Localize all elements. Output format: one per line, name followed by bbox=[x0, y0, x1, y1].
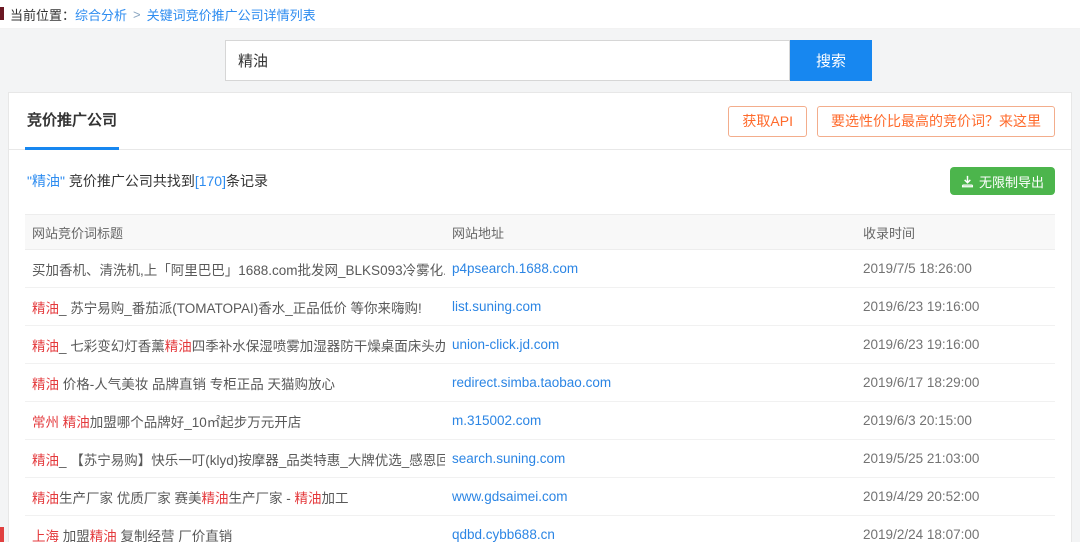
site-url-link[interactable]: list.suning.com bbox=[452, 299, 541, 314]
keyword-highlight: 精油 bbox=[32, 338, 59, 354]
breadcrumb-label: 当前位置： bbox=[10, 7, 76, 23]
bid-title-cell: 精油_ 【苏宁易购】快乐一叮(klyd)按摩器_品类特惠_大牌优选_感恩回... bbox=[25, 439, 445, 478]
summary-highlight: "精油" bbox=[27, 173, 65, 189]
site-url-link[interactable]: redirect.simba.taobao.com bbox=[452, 375, 611, 390]
header-actions: 获取API 要选性价比最高的竞价词？来这里 bbox=[728, 105, 1055, 137]
site-url-cell: qdbd.cybb688.cn bbox=[445, 515, 857, 542]
table-row: 精油_ 苏宁易购_番茄派(TOMATOPAI)香水_正品低价 等你来嗨购! lis… bbox=[25, 287, 1055, 326]
bid-title-cell: 常州 精油加盟哪个品牌好_10㎡起步万元开店 bbox=[25, 401, 445, 440]
breadcrumb-link-detail-list[interactable]: 关键词竞价推广公司详情列表 bbox=[147, 5, 316, 24]
record-time-cell: 2019/5/25 21:03:00 bbox=[856, 439, 1055, 478]
result-summary: "精油" 竞价推广公司共找到[170]条记录 bbox=[27, 171, 268, 191]
title-text-segment: 加盟 bbox=[59, 528, 90, 542]
col-header-url: 网站地址 bbox=[445, 214, 857, 250]
breadcrumb: 当前位置： 综合分析 > 关键词竞价推广公司详情列表 bbox=[0, 0, 1080, 29]
best-bidding-words-button[interactable]: 要选性价比最高的竞价词？来这里 bbox=[817, 105, 1055, 137]
table-row: 精油_ 【苏宁易购】快乐一叮(klyd)按摩器_品类特惠_大牌优选_感恩回...… bbox=[25, 439, 1055, 478]
panel-header: 竞价推广公司 获取API 要选性价比最高的竞价词？来这里 bbox=[9, 93, 1071, 150]
record-time-cell: 2019/6/17 18:29:00 bbox=[856, 363, 1055, 402]
title-text-segment: _ 【苏宁易购】快乐一叮(klyd)按摩器_品类特惠_大牌优选_感恩回... bbox=[59, 452, 445, 468]
summary-row: "精油" 竞价推广公司共找到[170]条记录 无限制导出 bbox=[9, 150, 1071, 208]
summary-highlight: [170] bbox=[194, 173, 226, 189]
record-time-cell: 2019/6/3 20:15:00 bbox=[856, 401, 1055, 440]
search-button[interactable]: 搜索 bbox=[790, 40, 872, 81]
keyword-highlight: 精油 bbox=[89, 528, 117, 542]
keyword-highlight: 精油 bbox=[32, 376, 59, 392]
bid-title-cell: 精油生产厂家 优质厂家 赛美精油生产厂家 - 精油加工 bbox=[25, 477, 445, 516]
page-root: 当前位置： 综合分析 > 关键词竞价推广公司详情列表 搜索 竞价推广公司 获取A… bbox=[0, 0, 1080, 542]
table-row: 精油_ 七彩变幻灯香薰精油四季补水保湿喷雾加湿器防干燥桌面床头办... union… bbox=[25, 325, 1055, 364]
site-url-cell: m.315002.com bbox=[445, 401, 857, 440]
screen-edge-artifact-bottom bbox=[0, 527, 4, 542]
summary-text-segment: 竞价推广公司共找到 bbox=[64, 173, 195, 189]
keyword-highlight: 上海 bbox=[32, 528, 59, 542]
table-body: 买加香机、清洗机,上「阿里巴巴」1688.com批发网_BLKS093冷雾化..… bbox=[25, 249, 1055, 542]
record-time-cell: 2019/2/24 18:07:00 bbox=[856, 515, 1055, 542]
record-time-cell: 2019/7/5 18:26:00 bbox=[856, 249, 1055, 288]
title-text-segment: _ 苏宁易购_番茄派(TOMATOPAI)香水_正品低价 等你来嗨购! bbox=[59, 300, 422, 316]
summary-text-segment: 条记录 bbox=[225, 173, 268, 189]
table-head: 网站竞价词标题 网站地址 收录时间 bbox=[25, 214, 1055, 250]
table-row: 精油生产厂家 优质厂家 赛美精油生产厂家 - 精油加工 www.gdsaimei.… bbox=[25, 477, 1055, 516]
keyword-highlight: 精油 bbox=[32, 490, 59, 506]
title-text-segment: 生产厂家 - bbox=[228, 490, 295, 506]
record-time-cell: 2019/6/23 19:16:00 bbox=[856, 325, 1055, 364]
site-url-link[interactable]: qdbd.cybb688.cn bbox=[452, 527, 555, 542]
keyword-highlight: 精油 bbox=[32, 452, 59, 468]
site-url-cell: redirect.simba.taobao.com bbox=[445, 363, 857, 402]
main-panel: 竞价推广公司 获取API 要选性价比最高的竞价词？来这里 "精油" 竞价推广公司… bbox=[8, 92, 1072, 542]
title-text-segment: _ 七彩变幻灯香薰 bbox=[59, 338, 165, 354]
table-row: 常州 精油加盟哪个品牌好_10㎡起步万元开店 m.315002.com 2019/6… bbox=[25, 401, 1055, 440]
site-url-cell: union-click.jd.com bbox=[445, 325, 857, 364]
title-text-segment: 加盟哪个品牌好_10㎡起步万元开店 bbox=[89, 414, 302, 430]
title-text-segment: 买加香机、清洗机,上「阿里巴巴」1688.com批发网_BLKS093冷雾化..… bbox=[32, 262, 445, 278]
site-url-cell: search.suning.com bbox=[445, 439, 857, 478]
record-time-cell: 2019/6/23 19:16:00 bbox=[856, 287, 1055, 326]
search-input[interactable] bbox=[225, 40, 790, 81]
col-header-title: 网站竞价词标题 bbox=[25, 214, 445, 250]
download-icon bbox=[961, 175, 974, 187]
site-url-cell: www.gdsaimei.com bbox=[445, 477, 857, 516]
bid-title-cell: 买加香机、清洗机,上「阿里巴巴」1688.com批发网_BLKS093冷雾化..… bbox=[25, 249, 445, 288]
export-button[interactable]: 无限制导出 bbox=[949, 167, 1055, 195]
table-row: 精油 价格-人气美妆 品牌直销 专柜正品 天猫购放心 redirect.simba… bbox=[25, 363, 1055, 402]
site-url-link[interactable]: search.suning.com bbox=[452, 451, 565, 466]
tab-bidding-companies[interactable]: 竞价推广公司 bbox=[25, 93, 120, 150]
site-url-link[interactable]: m.315002.com bbox=[452, 413, 541, 428]
export-button-label: 无限制导出 bbox=[978, 174, 1044, 190]
keyword-highlight: 精油 bbox=[164, 338, 192, 354]
breadcrumb-separator: > bbox=[133, 6, 141, 22]
col-header-time: 收录时间 bbox=[856, 214, 1055, 250]
title-text-segment: 生产厂家 优质厂家 赛美 bbox=[59, 490, 202, 506]
keyword-highlight: 精油 bbox=[294, 490, 322, 506]
tab-label: 竞价推广公司 bbox=[27, 112, 118, 129]
bid-title-cell: 精油_ 苏宁易购_番茄派(TOMATOPAI)香水_正品低价 等你来嗨购! bbox=[25, 287, 445, 326]
search-section: 搜索 bbox=[0, 29, 1080, 92]
site-url-cell: list.suning.com bbox=[445, 287, 857, 326]
bid-title-cell: 精油 价格-人气美妆 品牌直销 专柜正品 天猫购放心 bbox=[25, 363, 445, 402]
bid-title-cell: 精油_ 七彩变幻灯香薰精油四季补水保湿喷雾加湿器防干燥桌面床头办... bbox=[25, 325, 445, 364]
table-row: 买加香机、清洗机,上「阿里巴巴」1688.com批发网_BLKS093冷雾化..… bbox=[25, 249, 1055, 288]
keyword-highlight: 精油 bbox=[62, 414, 90, 430]
title-text-segment: 四季补水保湿喷雾加湿器防干燥桌面床头办... bbox=[191, 338, 445, 354]
keyword-highlight: 常州 bbox=[32, 414, 59, 430]
site-url-link[interactable]: www.gdsaimei.com bbox=[452, 489, 568, 504]
title-text-segment: 加工 bbox=[321, 490, 349, 506]
title-text-segment: 价格-人气美妆 品牌直销 专柜正品 天猫购放心 bbox=[59, 376, 335, 392]
get-api-button[interactable]: 获取API bbox=[728, 105, 807, 137]
table-row: 上海 加盟精油 复制经营 厂价直销 qdbd.cybb688.cn 2019/2/2… bbox=[25, 515, 1055, 542]
site-url-cell: p4psearch.1688.com bbox=[445, 249, 857, 288]
results-table: 网站竞价词标题 网站地址 收录时间 买加香机、清洗机,上「阿里巴巴」1688.c… bbox=[25, 214, 1055, 542]
table-header-row: 网站竞价词标题 网站地址 收录时间 bbox=[25, 214, 1055, 250]
screen-edge-artifact-top bbox=[0, 7, 4, 20]
site-url-link[interactable]: p4psearch.1688.com bbox=[452, 261, 578, 276]
keyword-highlight: 精油 bbox=[201, 490, 229, 506]
keyword-highlight: 精油 bbox=[32, 300, 59, 316]
record-time-cell: 2019/4/29 20:52:00 bbox=[856, 477, 1055, 516]
bid-title-cell: 上海 加盟精油 复制经营 厂价直销 bbox=[25, 515, 445, 542]
search-box: 搜索 bbox=[225, 40, 872, 81]
title-text-segment: 复制经营 厂价直销 bbox=[116, 528, 233, 542]
site-url-link[interactable]: union-click.jd.com bbox=[452, 337, 559, 352]
breadcrumb-link-analysis[interactable]: 综合分析 bbox=[75, 5, 127, 24]
